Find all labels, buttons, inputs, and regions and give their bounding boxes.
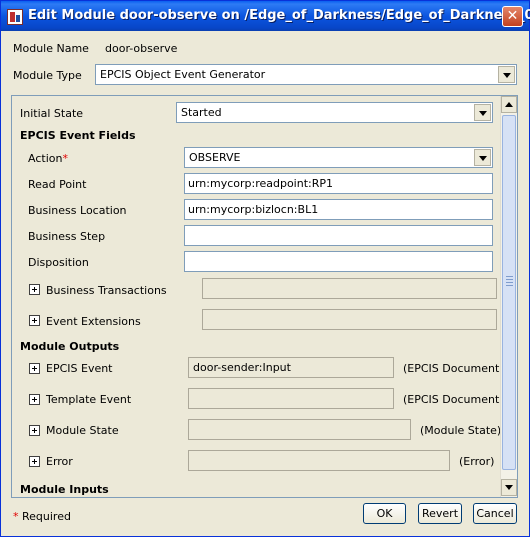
template-event-type: (EPCIS Document) [403,393,504,406]
business-location-input[interactable]: urn:mycorp:bizlocn:BL1 [184,199,493,220]
action-label: Action* [28,152,68,165]
template-event-field [188,388,394,409]
ok-button[interactable]: OK [363,503,406,524]
scroll-up-arrow-icon[interactable] [501,96,517,113]
grip-icon [506,276,513,288]
chevron-down-icon[interactable] [498,66,515,83]
read-point-label: Read Point [28,178,87,191]
disposition-input[interactable] [184,251,493,272]
error-type: (Error) [459,455,495,468]
disposition-label: Disposition [28,256,89,269]
cancel-button[interactable]: Cancel [473,503,517,524]
epcis-event-fields-heading: EPCIS Event Fields [20,129,136,142]
required-asterisk: * [62,152,68,165]
error-field [188,450,450,471]
module-state-type: (Module State) [420,424,502,437]
action-select[interactable]: OBSERVE [184,147,493,168]
initial-state-select[interactable]: Started [176,102,493,123]
expand-event-extensions-icon[interactable] [29,315,40,326]
module-inputs-heading: Module Inputs [20,483,109,496]
initial-state-label: Initial State [20,107,84,120]
expand-module-state-icon[interactable] [29,425,40,436]
initial-state-value: Started [181,106,222,119]
edit-module-dialog: Edit Module door-observe on /Edge_of_Dar… [0,0,530,537]
business-location-label: Business Location [28,204,127,217]
expand-business-transactions-icon[interactable] [29,284,40,295]
module-name-value: door-observe [105,42,178,55]
title-bar[interactable]: Edit Module door-observe on /Edge_of_Dar… [1,1,530,31]
epcis-event-type: (EPCIS Document) [403,362,504,375]
business-transactions-label: Business Transactions [46,284,167,297]
expand-template-event-icon[interactable] [29,394,40,405]
module-type-select[interactable]: EPCIS Object Event Generator [95,64,517,85]
business-location-value: urn:mycorp:bizlocn:BL1 [188,203,319,216]
required-note: * Required [13,510,71,523]
revert-button[interactable]: Revert [418,503,462,524]
epcis-event-label: EPCIS Event [46,362,113,375]
business-transactions-field [202,278,497,299]
app-icon [7,9,23,25]
module-name-label: Module Name [13,42,89,55]
epcis-event-value: door-sender:Input [193,361,291,374]
module-config-scroll-pane[interactable]: Initial State Started EPCIS Event Fields… [11,95,518,498]
close-button[interactable]: ✕ [502,6,523,27]
expand-epcis-event-icon[interactable] [29,363,40,374]
business-step-label: Business Step [28,230,106,243]
scrollbar-thumb[interactable] [502,115,516,470]
module-type-value: EPCIS Object Event Generator [100,68,266,81]
module-state-field [188,419,411,440]
module-type-label: Module Type [13,69,82,82]
business-step-input[interactable] [184,225,493,246]
event-extensions-label: Event Extensions [46,315,141,328]
required-asterisk: * [13,510,19,523]
chevron-down-icon[interactable] [474,149,491,166]
scroll-down-arrow-icon[interactable] [501,479,517,496]
expand-error-icon[interactable] [29,456,40,467]
read-point-value: urn:mycorp:readpoint:RP1 [188,177,333,190]
read-point-input[interactable]: urn:mycorp:readpoint:RP1 [184,173,493,194]
error-label: Error [46,455,73,468]
window-title: Edit Module door-observe on /Edge_of_Dar… [28,8,530,23]
template-event-label: Template Event [46,393,132,406]
event-extensions-field [202,309,497,330]
epcis-event-field: door-sender:Input [188,357,394,378]
action-value: OBSERVE [189,151,241,164]
vertical-scrollbar[interactable] [500,96,517,497]
module-outputs-heading: Module Outputs [20,340,120,353]
module-state-label: Module State [46,424,119,437]
chevron-down-icon[interactable] [474,104,491,121]
